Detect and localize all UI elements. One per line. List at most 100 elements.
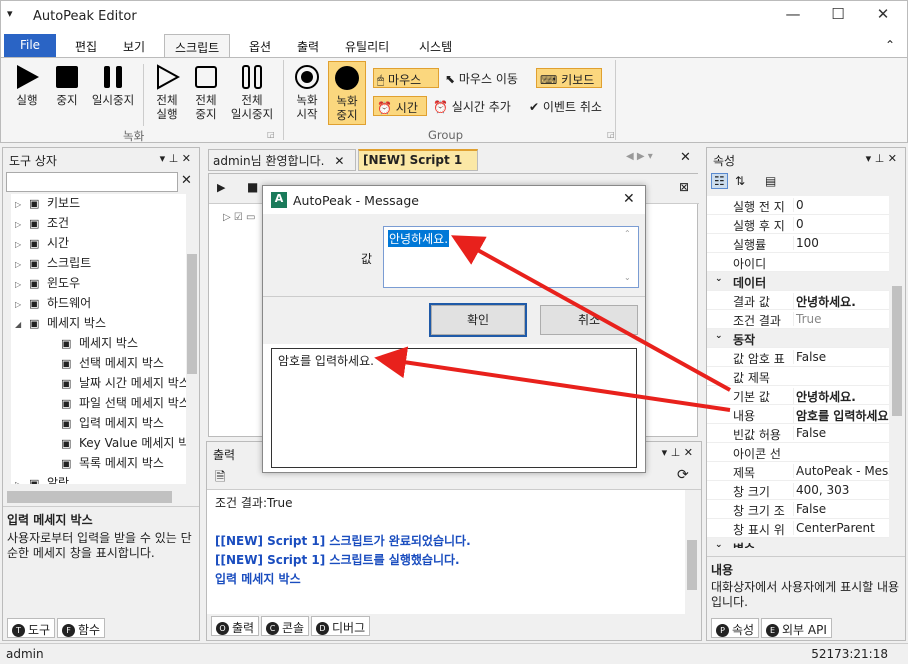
property-row[interactable]: 조건 결과 True — [707, 310, 889, 329]
property-category[interactable]: ⌄ 동작 — [707, 329, 889, 348]
tab-debug[interactable]: D 디버그 — [311, 616, 371, 636]
time-toggle[interactable]: ⏰ 시간 — [373, 96, 427, 116]
tab-script-1[interactable]: [NEW] Script 1 — [358, 149, 478, 171]
property-row[interactable]: 제목 AutoPeak - Messa — [707, 462, 889, 481]
tab-script[interactable]: 스크립트 — [164, 34, 231, 58]
run-button[interactable]: 실행 — [9, 64, 45, 107]
refresh-icon[interactable]: ⟳ — [677, 467, 689, 483]
toolbox-item[interactable]: ▷ ▣ 윈도우 — [11, 274, 187, 294]
toolbox-item[interactable]: ▣ 파일 선택 메세지 박스 — [11, 394, 187, 414]
property-row[interactable]: 창 표시 위 CenterParent — [707, 519, 889, 538]
property-row[interactable]: 아이디 — [707, 253, 889, 272]
system-menu-icon[interactable]: ▾ — [7, 7, 13, 20]
tree-node[interactable]: ▷ ☑ ▭ — [223, 212, 255, 223]
expand-icon[interactable]: ▷ — [15, 220, 29, 229]
dialog-launcher-icon[interactable]: ◲ — [607, 130, 615, 139]
tab-system[interactable]: 시스템 — [409, 34, 462, 58]
record-stop-button[interactable]: 녹화 중지 — [328, 61, 366, 125]
dialog-launcher-icon[interactable]: ◲ — [267, 130, 275, 139]
property-row[interactable]: 기본 값 안녕하세요. — [707, 386, 889, 405]
toolbox-item[interactable]: ▣ Key Value 메세지 박스 — [11, 434, 187, 454]
property-row[interactable]: 창 크기 400, 303 — [707, 481, 889, 500]
property-row[interactable]: 실행 후 지 0 — [707, 215, 889, 234]
tab-file[interactable]: File — [4, 34, 56, 58]
property-row[interactable]: 창 크기 조 False — [707, 500, 889, 519]
output-scrollbar[interactable] — [685, 490, 699, 614]
stop-icon[interactable]: ■ — [247, 180, 258, 194]
dialog-close-icon[interactable]: ✕ — [623, 191, 635, 207]
toolbox-item[interactable]: ▣ 날짜 시간 메세지 박스 — [11, 374, 187, 394]
tab-options[interactable]: 옵션 — [239, 34, 281, 58]
expand-icon[interactable]: ▷ — [15, 280, 29, 289]
toolbox-item[interactable]: ▷ ▣ 시간 — [11, 234, 187, 254]
record-start-button[interactable]: 녹화 시작 — [289, 64, 325, 121]
play-icon[interactable]: ▶ — [217, 181, 225, 194]
tab-view[interactable]: 보기 — [113, 34, 155, 58]
tab-functions[interactable]: F 함수 — [57, 618, 106, 638]
tab-close-icon[interactable]: ✕ — [334, 154, 344, 168]
categorized-icon[interactable]: ☷ — [711, 173, 728, 189]
tab-external-api[interactable]: E 외부 API — [761, 618, 832, 638]
pause-button[interactable]: 일시중지 — [87, 64, 139, 107]
expand-icon[interactable]: ▷ — [15, 300, 29, 309]
tab-edit[interactable]: 편집 — [65, 34, 107, 58]
ok-button[interactable]: 확인 — [429, 303, 527, 337]
keyboard-toggle[interactable]: ⌨ 키보드 — [536, 68, 602, 88]
run-all-button[interactable]: 전체 실행 — [149, 64, 185, 121]
property-row[interactable]: 실행률 100 — [707, 234, 889, 253]
scroll-up-icon[interactable]: ⌃ — [624, 229, 631, 238]
tab-console[interactable]: C 콘솔 — [261, 616, 310, 636]
stop-button[interactable]: 중지 — [49, 64, 85, 107]
expand-icon[interactable]: ▷ — [15, 200, 29, 209]
tab-utility[interactable]: 유틸리티 — [335, 34, 399, 58]
property-row[interactable]: 값 암호 표 False — [707, 348, 889, 367]
panel-pin-icons[interactable]: ▾ ⊥ ✕ — [160, 152, 191, 165]
pause-all-button[interactable]: 전체 일시중지 — [227, 64, 277, 121]
property-row[interactable]: 값 제목 — [707, 367, 889, 386]
toolbox-search-input[interactable] — [6, 172, 178, 192]
collapse-ribbon-icon[interactable]: ⌃ — [885, 38, 895, 52]
expand-icon[interactable]: ▷ — [15, 260, 29, 269]
properties-scrollbar[interactable] — [890, 196, 904, 548]
minimize-button[interactable]: — — [778, 5, 808, 27]
property-row[interactable]: 아이콘 선 — [707, 443, 889, 462]
toolbox-item[interactable]: ◢ ▣ 메세지 박스 — [11, 314, 187, 334]
property-category[interactable]: ⌄ 데이터 — [707, 272, 889, 291]
mouse-move-toggle[interactable]: ⬉ 마우스 이동 — [445, 70, 518, 87]
save-log-icon[interactable]: 🗎 — [215, 468, 225, 490]
toolbox-item[interactable]: ▷ ▣ 스크립트 — [11, 254, 187, 274]
property-pages-icon[interactable]: ▤ — [765, 174, 776, 188]
tab-tools[interactable]: T 도구 — [7, 618, 56, 638]
toolbox-item[interactable]: ▷ ▣ 키보드 — [11, 194, 187, 214]
tab-output[interactable]: 출력 — [287, 34, 329, 58]
expand-icon[interactable]: ▷ — [15, 480, 29, 484]
tab-output-log[interactable]: O 출력 — [211, 616, 260, 636]
document-close-icon[interactable]: ✕ — [680, 150, 691, 165]
toolbox-item[interactable]: ▣ 선택 메세지 박스 — [11, 354, 187, 374]
panel-pin-icons[interactable]: ▾ ⊥ ✕ — [866, 152, 897, 165]
panel-pin-icons[interactable]: ▾ ⊥ ✕ — [662, 446, 693, 459]
collapse-icon[interactable]: ⌄ — [715, 274, 723, 284]
toolbox-item[interactable]: ▷ ▣ 하드웨어 — [11, 294, 187, 314]
mouse-toggle[interactable]: 🖱 마우스 — [373, 68, 439, 88]
toolbox-item[interactable]: ▷ ▣ 조건 — [11, 214, 187, 234]
collapse-icon[interactable]: ⌄ — [715, 540, 723, 548]
toolbox-item[interactable]: ▣ 입력 메세지 박스 — [11, 414, 187, 434]
close-button[interactable]: ✕ — [868, 5, 898, 27]
collapse-icon[interactable]: ⌄ — [715, 331, 723, 341]
expand-icon[interactable]: ▷ — [15, 240, 29, 249]
toolbox-item[interactable]: ▷▣ 알람 — [11, 474, 187, 484]
toolbox-item[interactable]: ▣ 메세지 박스 — [11, 334, 187, 354]
event-cancel-toggle[interactable]: ✔ 이벤트 취소 — [529, 98, 602, 115]
delete-icon[interactable]: ⊠ — [679, 180, 689, 194]
property-category[interactable]: ⌄ 변수 — [707, 538, 889, 548]
search-clear-icon[interactable]: ✕ — [181, 173, 192, 188]
cancel-button[interactable]: 취소 — [540, 305, 638, 335]
toolbox-scrollbar[interactable] — [186, 194, 198, 486]
stop-all-button[interactable]: 전체 중지 — [188, 64, 224, 121]
toolbox-item[interactable]: ▣ 목록 메세지 박스 — [11, 454, 187, 474]
maximize-button[interactable]: ☐ — [823, 5, 853, 27]
realtime-add-toggle[interactable]: ⏰ 실시간 추가 — [433, 98, 511, 115]
value-input[interactable]: 안녕하세요. ⌃ ⌄ — [383, 226, 639, 288]
scroll-down-icon[interactable]: ⌄ — [624, 273, 631, 282]
